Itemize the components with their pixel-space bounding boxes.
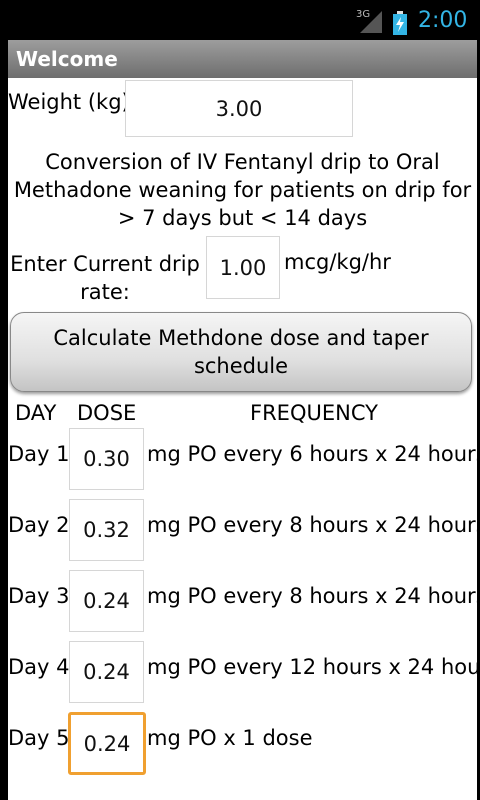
app-window: Welcome Weight (kg) 3.00 Conversion of I… [8, 40, 477, 800]
dose-field[interactable]: 0.30 [69, 428, 144, 490]
day-label: Day 3 [8, 584, 70, 608]
day-label: Day 1 [8, 442, 70, 466]
frequency-text: mg PO x 1 dose [147, 726, 313, 750]
dose-field[interactable]: 0.24 [69, 570, 144, 632]
frequency-text: mg PO every 8 hours x 24 hours [147, 513, 477, 537]
calculate-button[interactable]: Calculate Methdone dose and taper schedu… [10, 312, 472, 392]
dose-field-focused[interactable]: 0.24 [68, 712, 146, 775]
day-label: Day 5 [8, 726, 70, 750]
weight-label: Weight (kg) [8, 90, 130, 114]
frequency-text: mg PO every 8 hours x 24 hours [147, 584, 477, 608]
day-label: Day 4 [8, 655, 70, 679]
status-bar: 3G 2:00 [0, 0, 480, 40]
battery-charging-icon [393, 11, 407, 35]
network-type-label: 3G [356, 9, 371, 20]
column-header-frequency: FREQUENCY [250, 401, 378, 425]
conversion-heading: Conversion of IV Fentanyl drip to Oral M… [13, 150, 472, 230]
status-clock: 2:00 [418, 8, 468, 33]
frequency-text: mg PO every 12 hours x 24 hours [147, 655, 477, 679]
day-label: Day 2 [8, 513, 70, 537]
drip-rate-unit: mcg/kg/hr [284, 250, 391, 274]
dose-field[interactable]: 0.24 [69, 641, 144, 703]
column-header-day: DAY [15, 401, 57, 425]
app-title-bar: Welcome [8, 40, 477, 78]
frequency-text: mg PO every 6 hours x 24 hours [147, 442, 477, 466]
weight-input[interactable]: 3.00 [125, 80, 353, 137]
dose-field[interactable]: 0.32 [69, 499, 144, 561]
drip-rate-input[interactable]: 1.00 [206, 236, 280, 299]
drip-rate-label: Enter Current drip rate: [10, 252, 200, 304]
column-header-dose: DOSE [77, 401, 137, 425]
